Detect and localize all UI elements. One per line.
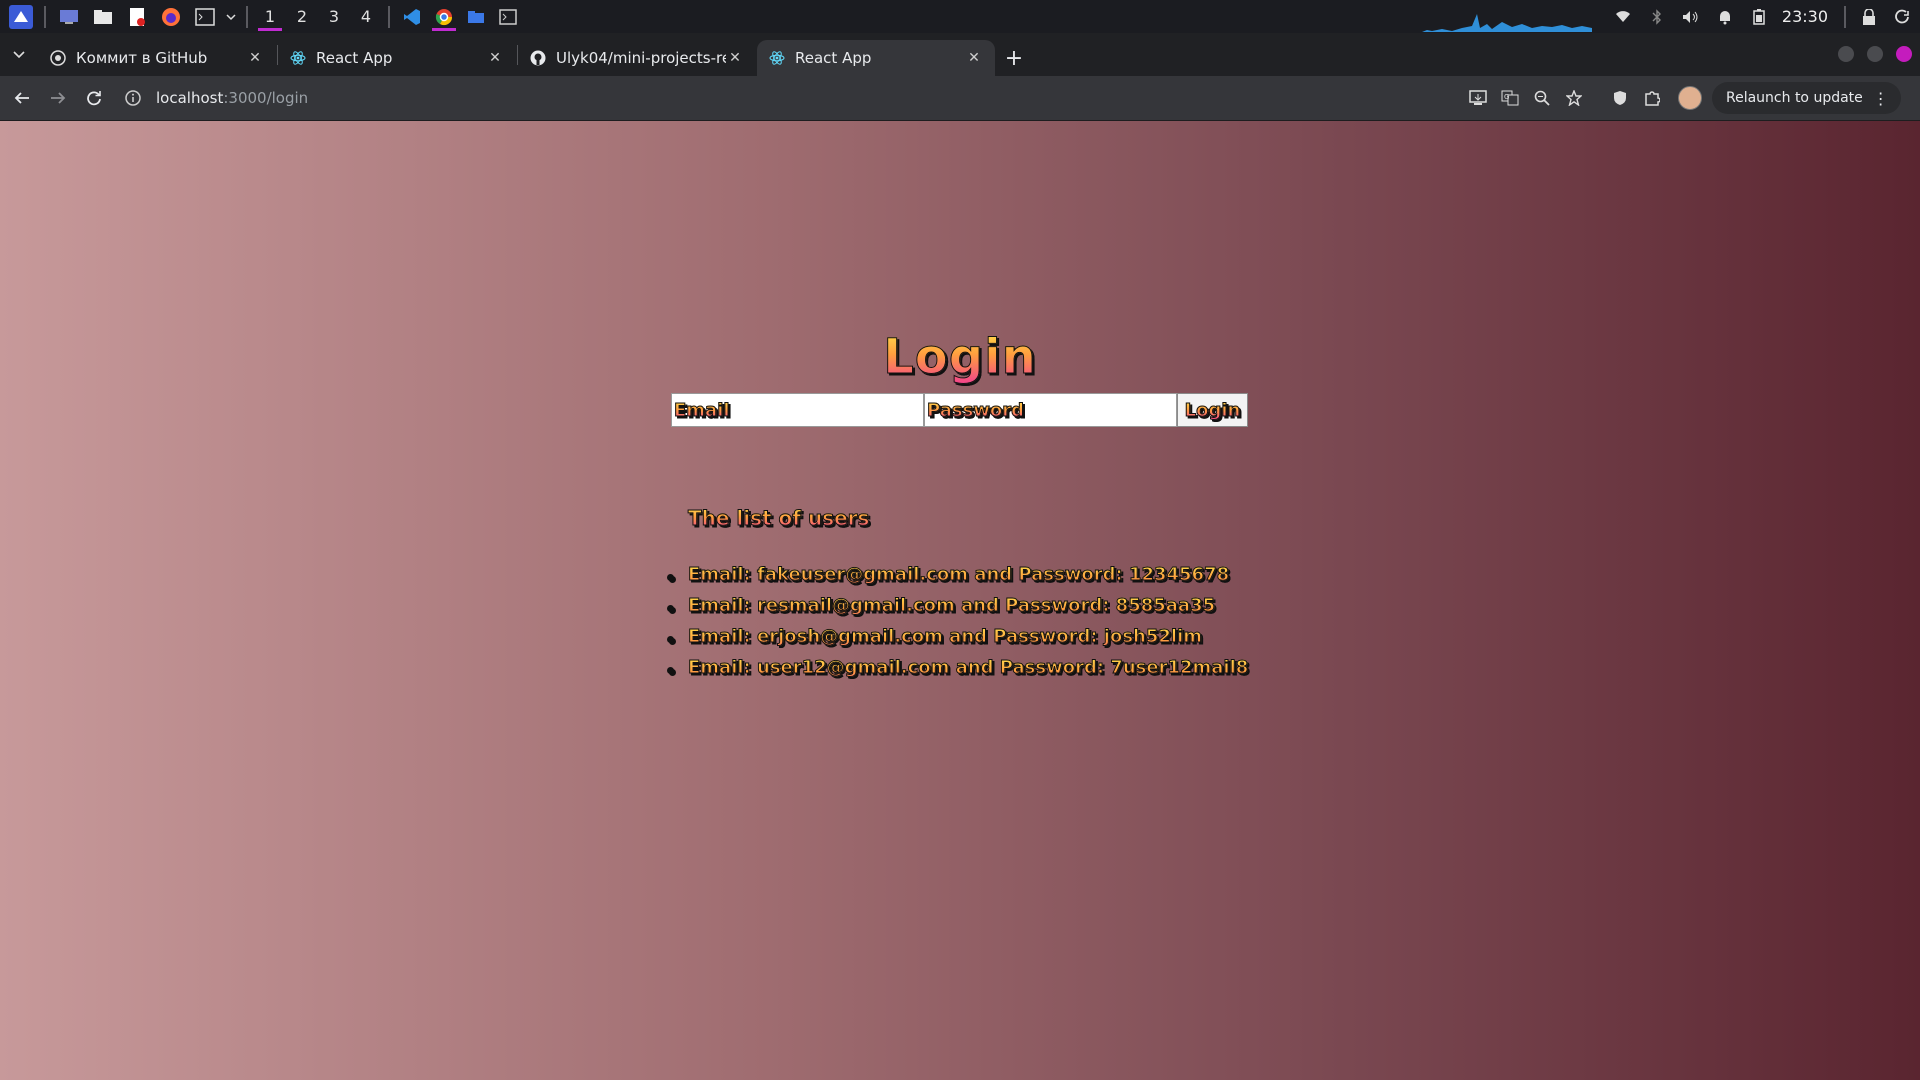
file-manager-icon[interactable] [91,5,115,29]
users-heading: The list of users [687,506,870,531]
close-icon[interactable]: ✕ [246,49,264,67]
svg-text:G: G [1504,93,1509,101]
user-list-item: Email: resmail@gmail.com and Password: 8… [666,595,1248,626]
install-app-icon[interactable] [1462,82,1494,114]
workspace-2[interactable]: 2 [286,0,318,33]
system-tray: 23:30 [1421,0,1920,33]
app-menu-icon[interactable] [9,4,33,29]
taskbar-separator [388,5,390,28]
lock-icon[interactable] [1858,6,1880,28]
profile-avatar[interactable] [1678,86,1702,110]
page-viewport: Login Email Password Login The list of u… [0,121,1920,1080]
tab-kommit-github[interactable]: Коммит в GitHub ✕ [38,40,276,76]
system-taskbar: 1 2 3 4 23:30 [0,0,1920,33]
desktop-icon[interactable] [57,5,81,29]
notification-bell-icon[interactable] [1714,6,1736,28]
taskbar-separator [1844,5,1846,28]
zoom-icon[interactable] [1526,82,1558,114]
workspace-1[interactable]: 1 [254,0,286,33]
user-list-item: Email: erjosh@gmail.com and Password: jo… [666,626,1248,657]
relaunch-to-update-button[interactable]: Relaunch to update ⋮ [1712,82,1901,114]
relaunch-label: Relaunch to update [1726,90,1863,106]
taskbar-separator [44,5,46,28]
close-icon[interactable]: ✕ [965,49,983,67]
volume-icon[interactable] [1680,6,1702,28]
shield-extension-icon[interactable] [1604,82,1636,114]
window-controls [1825,46,1912,62]
user-list-item: Email: fakeuser@gmail.com and Password: … [666,564,1248,595]
workspace-4[interactable]: 4 [350,0,382,33]
firefox-icon[interactable] [159,5,183,29]
text-editor-icon[interactable] [125,5,149,29]
extensions-puzzle-icon[interactable] [1636,82,1668,114]
react-icon [290,50,306,66]
wifi-icon[interactable] [1612,6,1634,28]
tab-search-button[interactable] [0,33,38,76]
translate-icon[interactable]: G [1494,82,1526,114]
workspace-3[interactable]: 3 [318,0,350,33]
site-info-icon[interactable] [122,87,144,109]
browser-toolbar: localhost:3000/login G Relaunch to updat… [0,76,1920,121]
workspace-label: 1 [264,7,276,26]
close-window-button[interactable] [1896,46,1912,62]
arrow-left-icon [14,92,29,104]
arrow-right-icon [51,92,66,104]
launcher-group [0,0,240,33]
maximize-button[interactable] [1867,46,1883,62]
login-button-label: Login [1184,399,1241,421]
vscode-icon[interactable] [396,0,428,33]
tab-react-app-active[interactable]: React App ✕ [757,40,995,76]
password-placeholder: Password [926,399,1025,421]
github-copilot-icon [50,50,66,66]
new-tab-button[interactable]: + [996,40,1032,76]
tab-title: Коммит в GitHub [76,49,208,67]
taskbar-separator [246,5,248,28]
workspace-label: 2 [296,7,308,26]
react-icon [769,50,785,66]
folder-icon[interactable] [460,0,492,33]
power-icon[interactable] [1892,6,1914,28]
tab-react-app[interactable]: React App ✕ [278,40,516,76]
minimize-button[interactable] [1838,46,1854,62]
users-list: Email: fakeuser@gmail.com and Password: … [666,564,1249,688]
address-bar[interactable]: localhost:3000/login [122,80,1462,116]
forward-button[interactable] [40,80,76,116]
back-button[interactable] [4,80,40,116]
terminal-icon[interactable] [492,0,524,33]
tab-title: Ulyk04/mini-projects-re [556,49,726,67]
clock[interactable]: 23:30 [1782,7,1828,26]
workspace-label: 3 [328,7,340,26]
user-list-item: Email: user12@gmail.com and Password: 7u… [666,657,1249,688]
login-form: Email Password Login [671,393,1248,427]
url-host: localhost [156,89,224,107]
battery-icon[interactable] [1748,6,1770,28]
reload-icon [87,91,101,106]
login-title: Login [0,329,1920,386]
more-menu-icon[interactable]: ⋮ [1873,89,1889,108]
url-path: :3000/login [223,89,309,107]
reload-button[interactable] [76,80,112,116]
email-placeholder: Email [674,399,731,421]
terminal-icon[interactable] [193,5,217,29]
tab-github-repo[interactable]: Ulyk04/mini-projects-re ✕ [518,40,756,76]
bookmark-star-icon[interactable] [1558,82,1590,114]
github-icon [530,50,546,66]
chevron-down-icon [13,50,25,58]
browser-tab-strip: Коммит в GitHub ✕ React App ✕ Ulyk04/min… [0,33,1920,76]
password-input[interactable]: Password [924,393,1177,427]
tab-title: React App [316,49,393,67]
chevron-down-icon[interactable] [224,5,238,29]
bluetooth-icon[interactable] [1646,6,1668,28]
close-icon[interactable]: ✕ [486,49,504,67]
chrome-icon[interactable] [428,0,460,33]
email-input[interactable]: Email [671,393,924,427]
workspace-label: 4 [360,7,372,26]
tab-title: React App [795,49,872,67]
network-graph [1421,13,1592,32]
close-icon[interactable]: ✕ [726,49,744,67]
login-button[interactable]: Login [1177,393,1248,427]
